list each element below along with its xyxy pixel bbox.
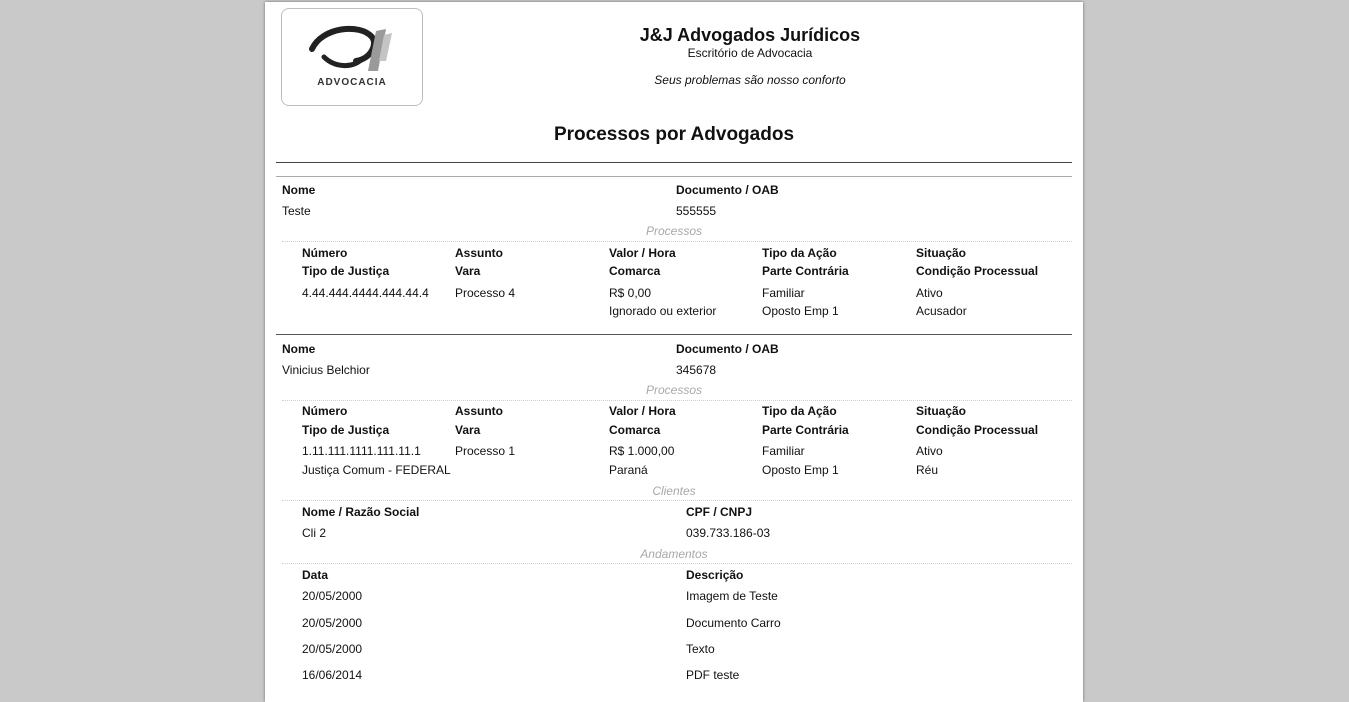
numero-label: Número <box>302 246 348 260</box>
lawyer-document: 345678 <box>676 363 717 377</box>
processo-numero: 4.44.444.4444.444.44.4 <box>302 286 429 300</box>
processo-tipo-acao: Familiar <box>762 286 805 300</box>
andamento-data: 20/05/2000 <box>302 642 363 656</box>
lawyer-name: Teste <box>282 204 311 218</box>
situacao-label: Situação <box>916 246 967 260</box>
data-label: Data <box>302 568 329 582</box>
vara-label: Vara <box>455 423 481 437</box>
documento-label: Documento / OAB <box>676 342 779 356</box>
valor-hora-label: Valor / Hora <box>609 246 676 260</box>
processo-tipo-justica: Justiça Comum - FEDERAL <box>302 463 451 477</box>
andamento-descricao: Texto <box>686 642 715 656</box>
processo-condicao: Réu <box>916 463 939 477</box>
processo-valor-hora: R$ 0,00 <box>609 286 652 300</box>
cliente-cpf-label: CPF / CNPJ <box>686 505 753 519</box>
lawyer-document: 555555 <box>676 204 717 218</box>
assunto-label: Assunto <box>455 246 503 260</box>
clientes-section-title: Clientes <box>652 484 696 498</box>
processo-assunto: Processo 1 <box>455 444 516 458</box>
processo-valor-hora: R$ 1.000,00 <box>609 444 675 458</box>
situacao-label: Situação <box>916 404 967 418</box>
lawyer-divider <box>276 334 1072 335</box>
report-page: Advocacia J&J Advogados Jurídicos Escrit… <box>265 2 1083 702</box>
condicao-processual-label: Condição Processual <box>916 264 1039 278</box>
assunto-label: Assunto <box>455 404 503 418</box>
processo-condicao: Acusador <box>916 304 967 318</box>
parte-contraria-label: Parte Contrária <box>762 423 849 437</box>
nome-label: Nome <box>282 342 316 356</box>
section-divider <box>276 176 1072 177</box>
dotted-divider <box>282 241 1072 242</box>
comarca-label: Comarca <box>609 423 661 437</box>
dotted-divider <box>282 400 1072 401</box>
andamentos-section-title: Andamentos <box>640 547 708 561</box>
processo-comarca: Paraná <box>609 463 648 477</box>
documento-label: Documento / OAB <box>676 183 779 197</box>
processos-section-title: Processos <box>645 224 703 238</box>
andamento-descricao: PDF teste <box>686 668 740 682</box>
tipo-justica-label: Tipo de Justiça <box>302 264 390 278</box>
company-subtitle: Escritório de Advocacia <box>687 46 813 60</box>
parte-contraria-label: Parte Contrária <box>762 264 849 278</box>
company-name: J&J Advogados Jurídicos <box>639 25 861 45</box>
tipo-justica-label: Tipo de Justiça <box>302 423 390 437</box>
andamento-descricao: Documento Carro <box>686 616 781 630</box>
dotted-divider <box>282 500 1072 501</box>
header-divider <box>276 162 1072 163</box>
numero-label: Número <box>302 404 348 418</box>
vara-label: Vara <box>455 264 481 278</box>
company-slogan: Seus problemas são nosso conforto <box>654 73 846 87</box>
andamento-data: 16/06/2014 <box>302 668 363 682</box>
processo-comarca: Ignorado ou exterior <box>609 304 717 318</box>
processo-parte-contraria: Oposto Emp 1 <box>762 304 839 318</box>
lawyer-name: Vinicius Belchior <box>282 363 370 377</box>
andamento-data: 20/05/2000 <box>302 616 363 630</box>
nome-label: Nome <box>282 183 316 197</box>
descricao-label: Descrição <box>686 568 744 582</box>
tipo-acao-label: Tipo da Ação <box>762 246 837 260</box>
processo-parte-contraria: Oposto Emp 1 <box>762 463 839 477</box>
comarca-label: Comarca <box>609 264 661 278</box>
processos-section-title: Processos <box>645 383 703 397</box>
andamento-descricao: Imagem de Teste <box>686 589 778 603</box>
cliente-cpf: 039.733.186-03 <box>686 526 771 540</box>
tipo-acao-label: Tipo da Ação <box>762 404 837 418</box>
processo-situacao: Ativo <box>916 286 943 300</box>
processo-assunto: Processo 4 <box>455 286 516 300</box>
condicao-processual-label: Condição Processual <box>916 423 1039 437</box>
cliente-nome-label: Nome / Razão Social <box>302 505 420 519</box>
andamento-data: 20/05/2000 <box>302 589 363 603</box>
processo-tipo-acao: Familiar <box>762 444 805 458</box>
processo-situacao: Ativo <box>916 444 943 458</box>
cliente-nome: Cli 2 <box>302 526 327 540</box>
valor-hora-label: Valor / Hora <box>609 404 676 418</box>
dotted-divider <box>282 563 1072 564</box>
report-title: Processos por Advogados <box>553 124 795 145</box>
processo-numero: 1.11.111.1111.111.11.1 <box>302 444 421 458</box>
